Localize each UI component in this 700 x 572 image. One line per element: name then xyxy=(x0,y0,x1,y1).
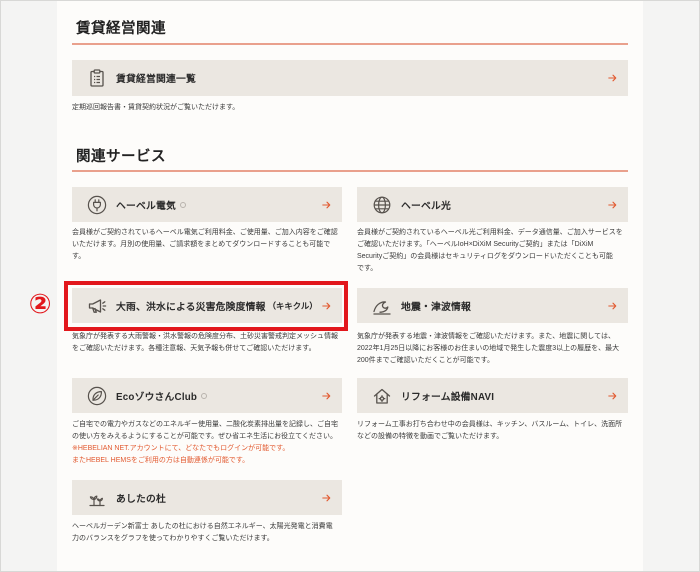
description-line: をご確認いただけます。各種注意報、天気予報も併せてご確認いただけます。 xyxy=(72,345,316,352)
service-card-ashita-no-mori[interactable]: あしたの杜 xyxy=(72,480,342,515)
description-line: 2022年1月25日以降にお客様のお住まいの地域で発生した震度3以上の履歴を、最… xyxy=(357,345,620,352)
description-line: ヘーベルガーデン新富士 あしたの杜における自然エネルギー、太陽光発電と消費電 xyxy=(72,523,333,530)
card-label: EcoゾウさんClub xyxy=(116,391,198,403)
annotation-marker: ② xyxy=(28,289,52,320)
service-card-kikikuru[interactable]: 大雨、洪水による災害危険度情報 （キキクル） xyxy=(72,288,342,323)
card-label: 地震・津波情報 xyxy=(401,301,471,313)
service-description: 気象庁が発表する地震・津波情報をご確認いただけます。また、地震に関しては、 20… xyxy=(357,331,629,367)
document-icon xyxy=(87,68,107,88)
description-line: 会員様がご契約されているヘーベル光ご利用料金、データ通信量、ご加入サービスを xyxy=(357,229,623,236)
card-label: 賃貸経営関連一覧 xyxy=(116,74,196,85)
service-description: ご自宅での電力やガスなどのエネルギー使用量、二酸化炭素排出量を記録し、ご自宅 の… xyxy=(72,419,346,467)
description-line: などの設備の特徴を動画でご覧いただけます。 xyxy=(357,433,504,440)
description-line: の使い方をみえるようにすることが可能です。ぜひ省エネ生活にお役立てください。 xyxy=(72,433,337,440)
notice-line: またHEBEL HEMSをご利用の方は自動連係が可能です。 xyxy=(72,457,250,464)
section-heading-services: 関連サービス xyxy=(76,149,166,165)
card-label-group: 地震・津波情報 xyxy=(401,288,471,323)
card-label-group: ヘーベル光 xyxy=(401,187,451,222)
arrow-right-icon xyxy=(322,302,331,310)
service-description: 会員様がご契約されているヘーベル光ご利用料金、データ通信量、ご加入サービスを ご… xyxy=(357,227,629,275)
card-label-group: 賃貸経営関連一覧 xyxy=(116,60,196,96)
rental-list-card[interactable]: 賃貸経営関連一覧 xyxy=(72,60,628,96)
description-line: 定期巡回報告書・賃貸契約状況がご覧いただけます。 xyxy=(72,104,240,111)
card-label-group: 大雨、洪水による災害危険度情報 （キキクル） xyxy=(116,288,318,323)
card-label: リフォーム設備NAVI xyxy=(401,391,495,403)
card-label: 大雨、洪水による災害危険度情報 xyxy=(116,301,266,313)
card-label-group: ヘーベル電気 xyxy=(116,187,186,222)
description-line: 気象庁が発表する大雨警報・洪水警報の危険度分布、土砂災害警戒判定メッシュ情報 xyxy=(72,333,338,340)
description-line: 気象庁が発表する地震・津波情報をご確認いただけます。また、地震に関しては、 xyxy=(357,333,615,340)
external-link-icon xyxy=(201,392,208,399)
card-label: ヘーベル電気 xyxy=(116,200,176,212)
service-card-earthquake-tsunami[interactable]: 地震・津波情報 xyxy=(357,288,628,323)
service-card-hebel-electric[interactable]: ヘーベル電気 xyxy=(72,187,342,222)
arrow-right-icon xyxy=(322,392,331,400)
card-label: ヘーベル光 xyxy=(401,200,451,212)
plug-icon xyxy=(87,195,107,215)
rental-list-description: 定期巡回報告書・賃貸契約状況がご覧いただけます。 xyxy=(72,102,628,114)
card-label-group: リフォーム設備NAVI xyxy=(401,378,494,413)
description-line: す。 xyxy=(72,253,86,260)
sprout-icon xyxy=(87,488,107,508)
service-card-eco-zousan-club[interactable]: EcoゾウさんClub xyxy=(72,378,342,413)
arrow-right-icon xyxy=(322,201,331,209)
description-line: いただけます。月別の使用量、ご請求額をまとめてダウンロードすることも可能で xyxy=(72,241,331,248)
service-description: リフォーム工事お打ち合わせ中の会員様は、キッチン、バスルーム、トイレ、洗面所 な… xyxy=(357,419,629,443)
notice-line: ※HEBELIAN NET.アカウントにて、どなたでもログインが可能です。 xyxy=(72,445,290,452)
description-line: 力のバランスをグラフを使ってわかりやすくご覧いただけます。 xyxy=(72,535,274,542)
card-label-group: あしたの杜 xyxy=(116,480,166,515)
arrow-right-icon xyxy=(608,74,617,82)
description-line: Securityご契約」の会員様はセキュリティログをダウンロードいただくことも可… xyxy=(357,253,613,260)
description-line: ご自宅での電力やガスなどのエネルギー使用量、二酸化炭素排出量を記録し、ご自宅 xyxy=(72,421,338,428)
service-description: 気象庁が発表する大雨警報・洪水警報の危険度分布、土砂災害警戒判定メッシュ情報 を… xyxy=(72,331,346,355)
section-divider xyxy=(72,170,628,172)
arrow-right-icon xyxy=(322,494,331,502)
description-line: リフォーム工事お打ち合わせ中の会員様は、キッチン、バスルーム、トイレ、洗面所 xyxy=(357,421,623,428)
section-heading-rental: 賃貸経営関連 xyxy=(76,21,166,37)
section-divider xyxy=(72,43,628,45)
house-icon xyxy=(372,386,392,406)
service-card-reform-navi[interactable]: リフォーム設備NAVI xyxy=(357,378,628,413)
megaphone-icon xyxy=(87,296,107,316)
leaf-icon xyxy=(87,386,107,406)
arrow-right-icon xyxy=(608,201,617,209)
description-line: 会員様がご契約されているヘーベル電気ご利用料金、ご使用量、ご加入内容をご確認 xyxy=(72,229,338,236)
arrow-right-icon xyxy=(608,302,617,310)
description-line: です。 xyxy=(357,265,378,272)
description-line: ご確認いただけます。「ヘーベルIoH×DiXiM Securityご契約」または… xyxy=(357,241,594,248)
wave-icon xyxy=(372,296,392,316)
arrow-right-icon xyxy=(608,392,617,400)
external-link-icon xyxy=(179,201,186,208)
description-line: 200件までご確認いただくことが可能です。 xyxy=(357,357,494,364)
card-label-group: EcoゾウさんClub xyxy=(116,378,208,413)
globe-icon xyxy=(372,195,392,215)
card-label: あしたの杜 xyxy=(116,493,166,505)
card-label-suffix: （キキクル） xyxy=(267,300,318,311)
service-card-hebel-hikari[interactable]: ヘーベル光 xyxy=(357,187,628,222)
service-description: 会員様がご契約されているヘーベル電気ご利用料金、ご使用量、ご加入内容をご確認 い… xyxy=(72,227,346,263)
page: 賃貸経営関連 賃貸経営関連一覧 定期巡回報告書・賃貸契約状況がご覧いただけます。… xyxy=(0,0,700,572)
service-description: ヘーベルガーデン新富士 あしたの杜における自然エネルギー、太陽光発電と消費電 力… xyxy=(72,521,346,545)
